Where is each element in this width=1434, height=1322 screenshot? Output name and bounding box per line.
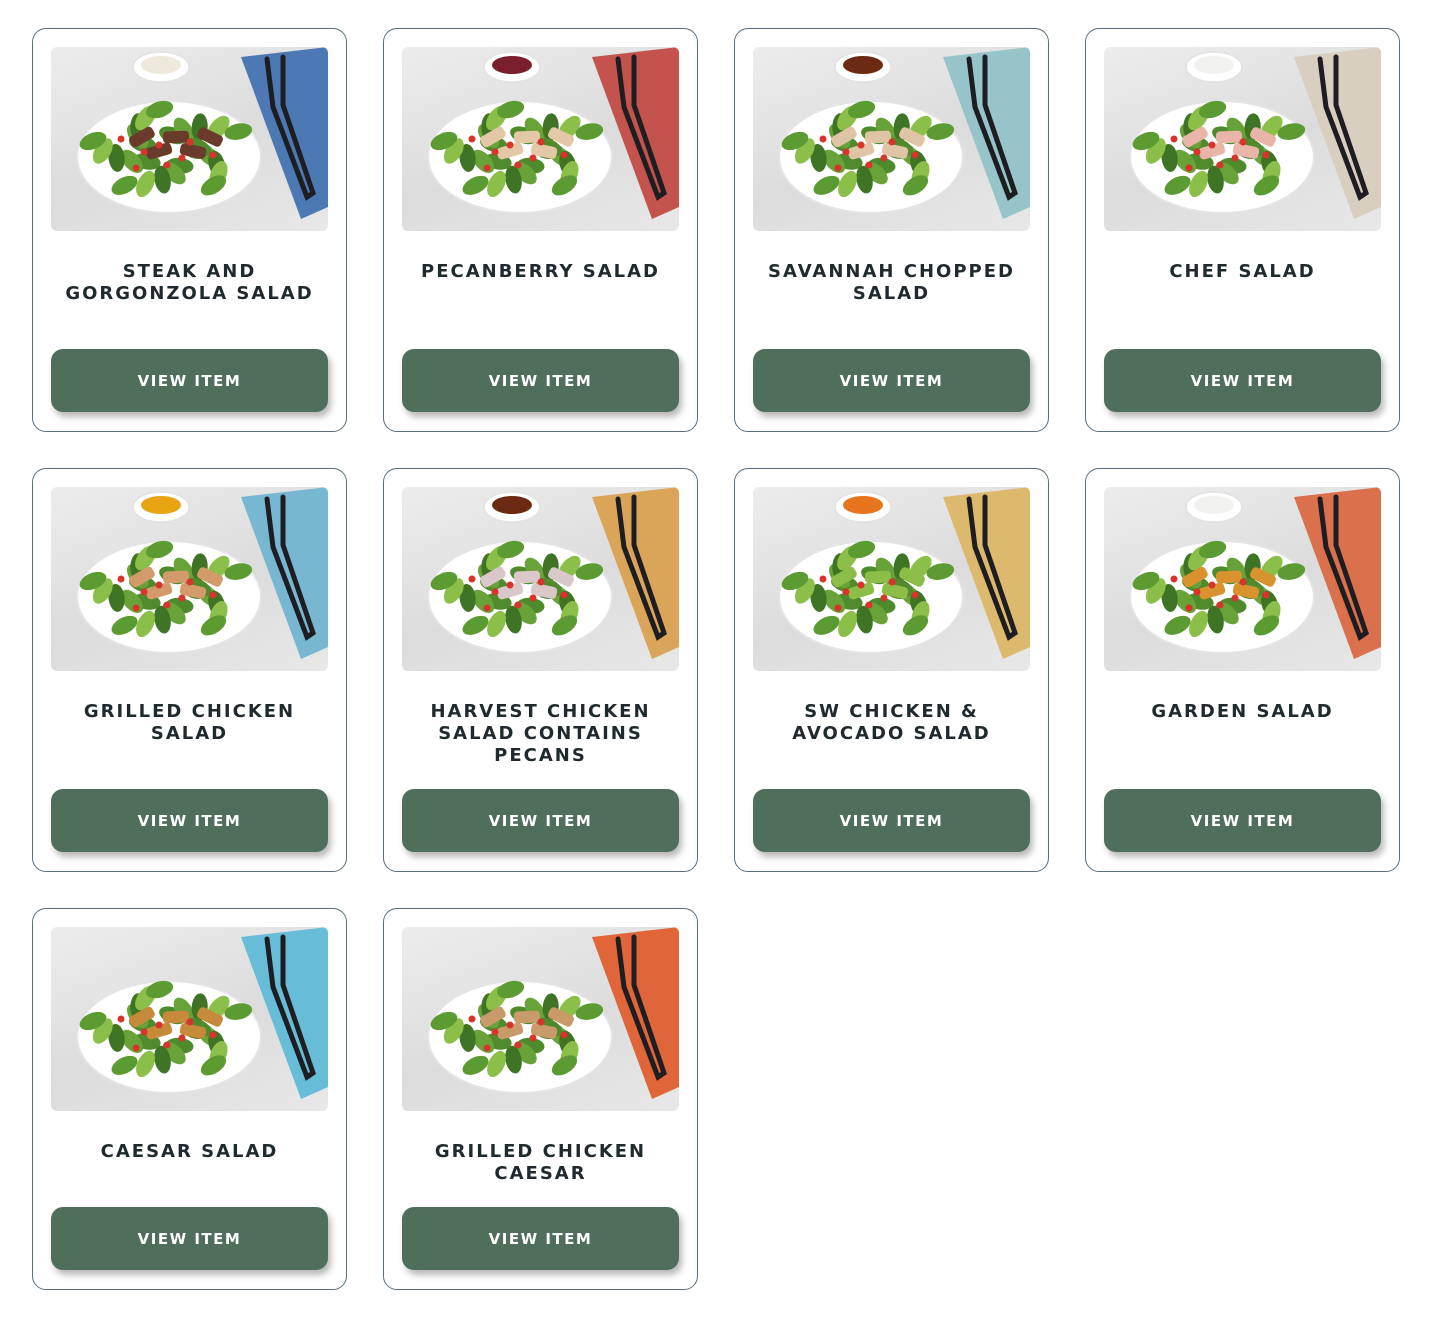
view-item-button[interactable]: VIEW ITEM — [51, 1207, 328, 1270]
menu-item-card: STEAK AND GORGONZOLA SALAD VIEW ITEM — [32, 28, 347, 432]
item-title: GRILLED CHICKEN CAESAR — [434, 1141, 647, 1184]
item-title: STEAK AND GORGONZOLA SALAD — [65, 261, 314, 304]
menu-item-card: SAVANNAH CHOPPED SALAD VIEW ITEM — [734, 28, 1049, 432]
sw-chicken-avocado-photo[interactable] — [753, 487, 1030, 671]
savannah-salad-photo[interactable] — [753, 47, 1030, 231]
view-item-button[interactable]: VIEW ITEM — [1104, 349, 1381, 412]
salad-illustration — [76, 927, 328, 1099]
menu-item-card: CHEF SALAD VIEW ITEM — [1085, 28, 1400, 432]
grilled-chicken-caesar-photo[interactable] — [402, 927, 679, 1111]
caesar-salad-photo[interactable] — [51, 927, 328, 1111]
salad-illustration — [1129, 47, 1381, 219]
view-item-button[interactable]: VIEW ITEM — [402, 1207, 679, 1270]
dressing-cup — [483, 51, 541, 83]
view-item-button[interactable]: VIEW ITEM — [402, 349, 679, 412]
item-title: PECANBERRY SALAD — [421, 261, 660, 282]
item-title: HARVEST CHICKEN SALAD CONTAINS PECANS — [430, 701, 651, 766]
salad-illustration — [778, 487, 1030, 659]
chef-salad-photo[interactable] — [1104, 47, 1381, 231]
salad-illustration — [1129, 487, 1381, 659]
view-item-button[interactable]: VIEW ITEM — [1104, 789, 1381, 852]
item-title: GARDEN SALAD — [1151, 701, 1334, 722]
steak-salad-photo[interactable] — [51, 47, 328, 231]
menu-item-card: PECANBERRY SALAD VIEW ITEM — [383, 28, 698, 432]
dressing-cup — [1185, 51, 1243, 83]
salad-illustration — [76, 487, 328, 659]
menu-item-card: CAESAR SALAD VIEW ITEM — [32, 908, 347, 1290]
item-title: SAVANNAH CHOPPED SALAD — [768, 261, 1015, 304]
view-item-button[interactable]: VIEW ITEM — [753, 349, 1030, 412]
view-item-button[interactable]: VIEW ITEM — [402, 789, 679, 852]
view-item-button[interactable]: VIEW ITEM — [753, 789, 1030, 852]
salad-illustration — [76, 47, 328, 219]
menu-item-card: SW CHICKEN & AVOCADO SALAD VIEW ITEM — [734, 468, 1049, 872]
grilled-chicken-salad-photo[interactable] — [51, 487, 328, 671]
menu-item-card: GRILLED CHICKEN SALAD VIEW ITEM — [32, 468, 347, 872]
menu-item-card: HARVEST CHICKEN SALAD CONTAINS PECANS VI… — [383, 468, 698, 872]
view-item-button[interactable]: VIEW ITEM — [51, 349, 328, 412]
item-title: GRILLED CHICKEN SALAD — [83, 701, 296, 744]
salad-illustration — [778, 47, 1030, 219]
dressing-cup — [132, 491, 190, 523]
item-title: SW CHICKEN & AVOCADO SALAD — [792, 701, 991, 744]
dressing-cup — [132, 51, 190, 83]
dressing-cup — [834, 51, 892, 83]
harvest-chicken-salad-photo[interactable] — [402, 487, 679, 671]
view-item-button[interactable]: VIEW ITEM — [51, 789, 328, 852]
item-title: CHEF SALAD — [1169, 261, 1316, 282]
menu-item-card: GRILLED CHICKEN CAESAR VIEW ITEM — [383, 908, 698, 1290]
salad-illustration — [427, 47, 679, 219]
garden-salad-photo[interactable] — [1104, 487, 1381, 671]
menu-item-card: GARDEN SALAD VIEW ITEM — [1085, 468, 1400, 872]
dressing-cup — [1185, 491, 1243, 523]
menu-grid: STEAK AND GORGONZOLA SALAD VIEW ITEM PEC… — [32, 28, 1400, 1290]
pecanberry-salad-photo[interactable] — [402, 47, 679, 231]
salad-illustration — [427, 487, 679, 659]
item-title: CAESAR SALAD — [100, 1141, 279, 1162]
dressing-cup — [834, 491, 892, 523]
salad-illustration — [427, 927, 679, 1099]
dressing-cup — [483, 491, 541, 523]
